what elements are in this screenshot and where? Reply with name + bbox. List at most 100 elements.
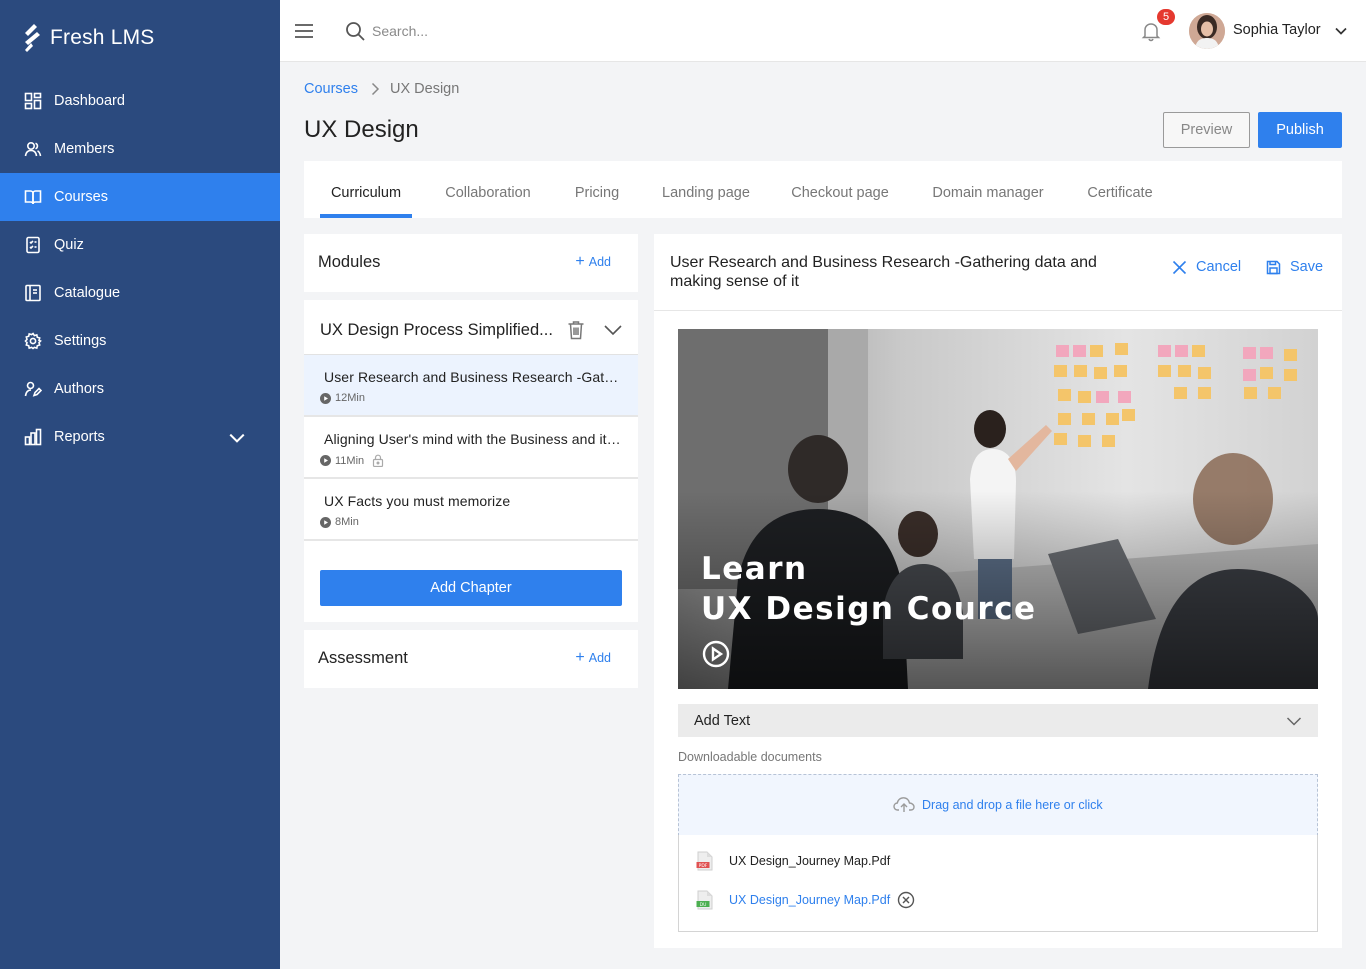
lesson-title: Aligning User's mind with the Business a… bbox=[324, 431, 624, 447]
user-avatar-image bbox=[1189, 13, 1225, 49]
lesson-meta: 11Min bbox=[320, 454, 384, 467]
editor-header: User Research and Business Research -Gat… bbox=[654, 234, 1342, 311]
breadcrumb-current: UX Design bbox=[390, 81, 460, 97]
tab-certificate[interactable]: Certificate bbox=[1080, 161, 1160, 218]
lesson-duration: 8Min bbox=[335, 516, 359, 528]
tab-curriculum[interactable]: Curriculum bbox=[320, 161, 412, 218]
downloadable-documents-label: Downloadable documents bbox=[678, 750, 822, 764]
add-assessment-button[interactable]: + Add bbox=[575, 649, 611, 666]
breadcrumb: Courses UX Design bbox=[304, 80, 459, 98]
sidebar-item-courses[interactable]: Courses bbox=[0, 173, 280, 221]
file-type-label: PDF bbox=[699, 863, 708, 869]
save-button[interactable]: Save bbox=[1266, 259, 1323, 275]
file-item: PDF UX Design_Journey Map.Pdf bbox=[695, 851, 890, 871]
brand-name: Fresh LMS bbox=[50, 26, 155, 49]
add-text-dropdown[interactable]: Add Text bbox=[678, 704, 1318, 737]
add-module-label: Add bbox=[588, 255, 611, 269]
book-icon bbox=[24, 190, 42, 205]
play-button-icon[interactable] bbox=[702, 640, 730, 668]
bar-chart-icon bbox=[24, 428, 42, 446]
sidebar-item-catalogue[interactable]: Catalogue bbox=[0, 269, 280, 317]
play-circle-icon bbox=[320, 455, 331, 466]
sidebar-item-reports[interactable]: Reports bbox=[0, 413, 280, 461]
add-module-button[interactable]: + Add bbox=[575, 253, 611, 270]
publish-button[interactable]: Publish bbox=[1258, 112, 1342, 148]
file-dropzone[interactable]: Drag and drop a file here or click bbox=[678, 774, 1318, 836]
hamburger-menu-icon[interactable] bbox=[294, 21, 314, 41]
lesson-item[interactable]: UX Facts you must memorize 8Min bbox=[304, 479, 638, 541]
sidebar-item-settings[interactable]: Settings bbox=[0, 317, 280, 365]
chevron-right-icon bbox=[371, 82, 380, 96]
sidebar-item-label: Settings bbox=[54, 333, 107, 349]
chapter-card: UX Design Process Simplified... User Res… bbox=[304, 300, 638, 622]
play-circle-icon bbox=[320, 392, 331, 404]
trash-icon[interactable] bbox=[567, 320, 585, 340]
remove-circle-icon[interactable] bbox=[897, 891, 915, 909]
gear-icon bbox=[24, 332, 42, 350]
topbar: 5 Sophia Taylor bbox=[280, 0, 1366, 62]
lesson-duration: 12Min bbox=[335, 392, 365, 404]
search-input[interactable] bbox=[372, 18, 672, 44]
save-label: Save bbox=[1290, 259, 1324, 275]
sidebar-item-quiz[interactable]: Quiz bbox=[0, 221, 280, 269]
chevron-down-icon[interactable] bbox=[228, 429, 246, 447]
video-title-line-2: UX Design Cource bbox=[701, 591, 1037, 627]
close-icon bbox=[1172, 260, 1187, 274]
sidebar-item-members[interactable]: Members bbox=[0, 125, 280, 173]
catalogue-icon bbox=[25, 284, 41, 302]
plus-icon: + bbox=[575, 253, 585, 270]
add-assessment-label: Add bbox=[588, 651, 611, 665]
file-name: UX Design_Journey Map.Pdf bbox=[729, 854, 891, 868]
add-text-label: Add Text bbox=[694, 713, 751, 729]
tab-domain-manager[interactable]: Domain manager bbox=[926, 161, 1050, 218]
assessment-card: Assessment + Add bbox=[304, 630, 638, 688]
preview-button[interactable]: Preview bbox=[1163, 112, 1250, 148]
authors-icon bbox=[24, 381, 42, 397]
plus-icon: + bbox=[575, 649, 585, 666]
cancel-label: Cancel bbox=[1196, 259, 1242, 275]
tab-pricing[interactable]: Pricing bbox=[568, 161, 626, 218]
cloud-upload-icon bbox=[893, 797, 915, 812]
lesson-duration: 11Min bbox=[335, 454, 365, 467]
brand[interactable]: Fresh LMS bbox=[22, 22, 155, 54]
page-title: UX Design bbox=[304, 116, 419, 143]
sidebar-item-label: Catalogue bbox=[54, 285, 121, 301]
cancel-button[interactable]: Cancel bbox=[1172, 259, 1241, 275]
sidebar: Fresh LMS Dashboard Members Courses Quiz… bbox=[0, 0, 280, 969]
tab-landing-page[interactable]: Landing page bbox=[656, 161, 756, 218]
breadcrumb-link-courses[interactable]: Courses bbox=[304, 81, 358, 97]
sidebar-item-label: Members bbox=[54, 141, 115, 157]
pdf-file-icon: PDF bbox=[696, 851, 713, 871]
fresh-lms-logo-icon bbox=[25, 24, 40, 52]
lesson-heading: User Research and Business Research -Gat… bbox=[670, 254, 1097, 290]
sidebar-item-authors[interactable]: Authors bbox=[0, 365, 280, 413]
dropzone-content: Drag and drop a file here or click bbox=[893, 796, 1103, 813]
document-file-icon: DU bbox=[696, 890, 713, 910]
sidebar-item-label: Reports bbox=[54, 429, 105, 445]
course-tabs: Curriculum Collaboration Pricing Landing… bbox=[304, 161, 1342, 218]
notification-bell-icon[interactable] bbox=[1140, 20, 1162, 42]
lesson-meta: 12Min bbox=[320, 392, 365, 404]
sidebar-item-dashboard[interactable]: Dashboard bbox=[0, 77, 280, 125]
tab-checkout-page[interactable]: Checkout page bbox=[786, 161, 894, 218]
lesson-item[interactable]: User Research and Business Research -Gat… bbox=[304, 355, 638, 417]
tab-collaboration[interactable]: Collaboration bbox=[438, 161, 538, 218]
quiz-icon bbox=[26, 236, 40, 254]
dropzone-label: Drag and drop a file here or click bbox=[922, 797, 1103, 812]
lesson-video-player[interactable]: Learn UX Design Cource bbox=[678, 329, 1318, 689]
sidebar-item-label: Courses bbox=[54, 189, 108, 205]
chapter-header[interactable]: UX Design Process Simplified... bbox=[304, 300, 638, 355]
chapter-title: UX Design Process Simplified... bbox=[320, 321, 553, 339]
avatar[interactable] bbox=[1189, 13, 1225, 49]
chevron-down-icon[interactable] bbox=[603, 322, 623, 338]
file-type-label: DU bbox=[700, 902, 707, 908]
lesson-item[interactable]: Aligning User's mind with the Business a… bbox=[304, 417, 638, 479]
sidebar-item-label: Authors bbox=[54, 381, 104, 397]
add-chapter-button[interactable]: Add Chapter bbox=[320, 570, 622, 606]
lesson-meta: 8Min bbox=[320, 516, 359, 528]
user-name[interactable]: Sophia Taylor bbox=[1233, 22, 1321, 38]
chevron-down-icon[interactable] bbox=[1334, 24, 1348, 38]
dashboard-icon bbox=[24, 92, 42, 110]
file-name-link[interactable]: UX Design_Journey Map.Pdf bbox=[729, 893, 890, 907]
members-icon bbox=[24, 141, 42, 157]
